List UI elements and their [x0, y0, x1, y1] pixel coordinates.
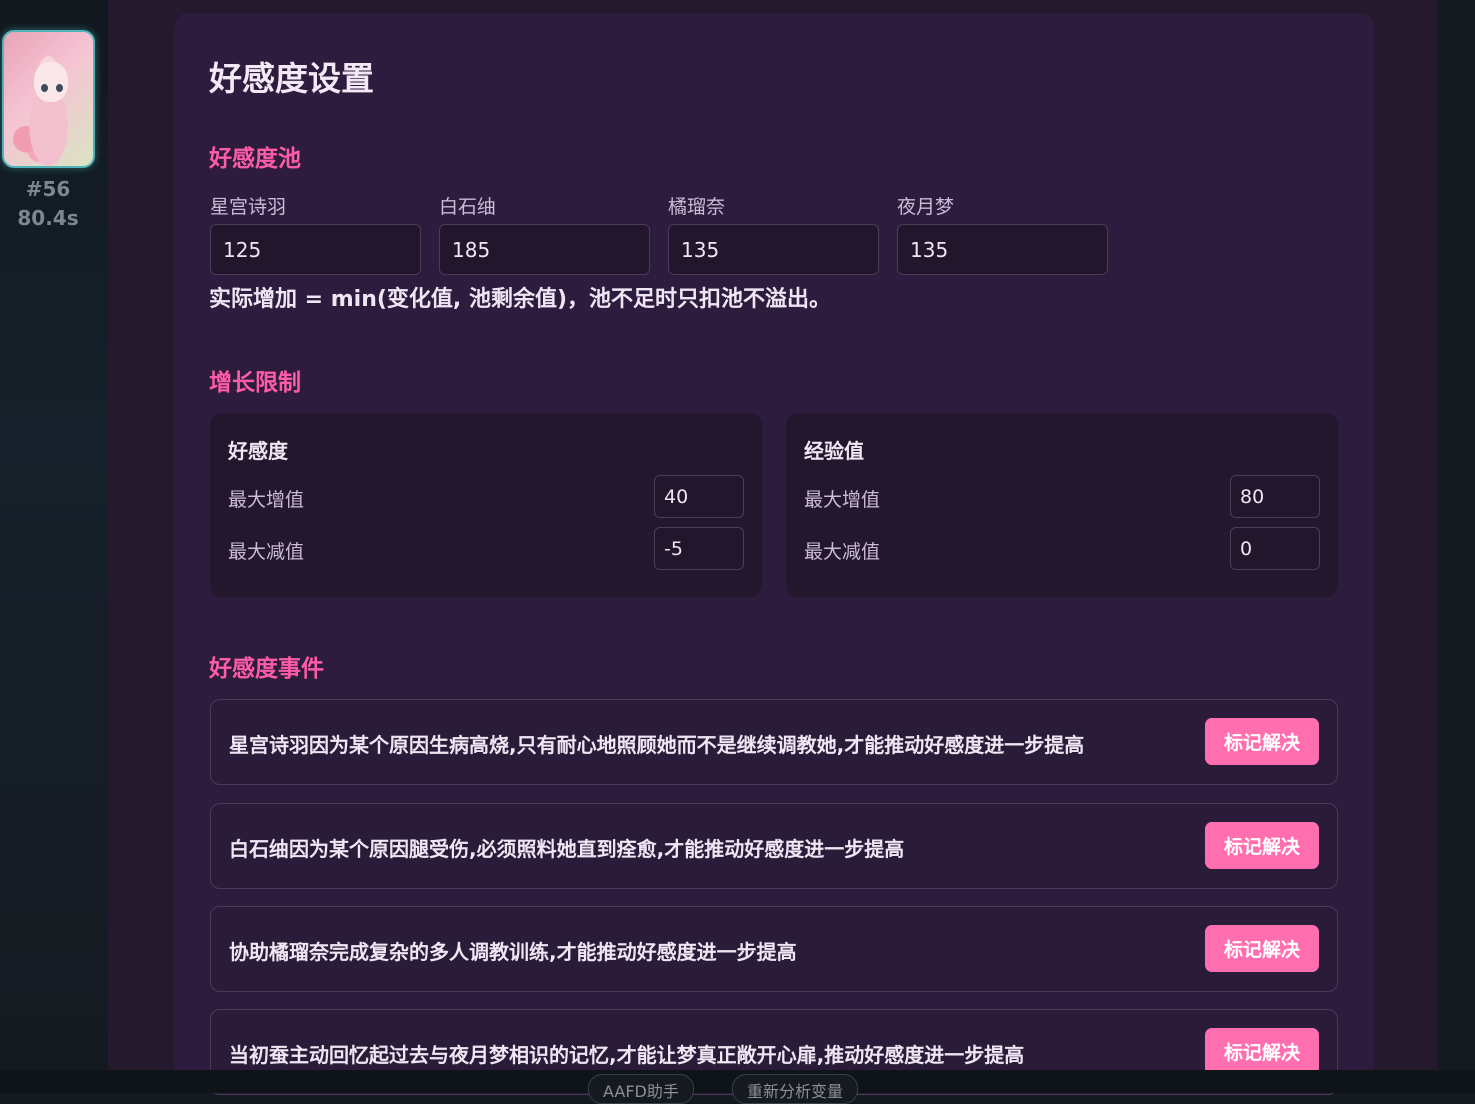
event-item: 星宫诗羽因为某个原因生病高烧,只有耐心地照顾她而不是继续调教她,才能推动好感度进… [210, 699, 1338, 785]
event-text: 星宫诗羽因为某个原因生病高烧,只有耐心地照顾她而不是继续调教她,才能推动好感度进… [229, 733, 1085, 757]
event-text: 当初蚕主动回忆起过去与夜月梦相识的记忆,才能让梦真正敞开心扉,推动好感度进一步提… [229, 1043, 1025, 1067]
max-decrease-label: 最大减值 [804, 541, 881, 563]
response-time: 80.4s [17, 206, 79, 230]
pool-label-shiu: 星宫诗羽 [210, 196, 287, 218]
limit-box-title: 经验值 [804, 439, 864, 463]
avatar-face [34, 62, 68, 102]
character-avatar[interactable] [2, 30, 95, 168]
pool-input-shiu[interactable]: 125 [210, 224, 421, 275]
mark-resolved-button[interactable]: 标记解决 [1205, 822, 1319, 869]
affection-max-decrease-input[interactable]: -5 [654, 527, 744, 570]
bottom-toolbar: AAFD助手 重新分析变量 [0, 1070, 1475, 1104]
message-index: #56 [25, 177, 71, 201]
pool-input-tsumugi[interactable]: 185 [439, 224, 650, 275]
mark-resolved-button[interactable]: 标记解决 [1205, 925, 1319, 972]
pool-label-tsumugi: 白石䌷 [439, 196, 497, 218]
max-decrease-label: 最大减值 [228, 541, 305, 563]
event-item: 协助橘瑠奈完成复杂的多人调教训练,才能推动好感度进一步提高 标记解决 [210, 906, 1338, 992]
limit-box-title: 好感度 [228, 439, 288, 463]
event-item: 白石䌷因为某个原因腿受伤,必须照料她直到痊愈,才能推动好感度进一步提高 标记解决 [210, 803, 1338, 889]
experience-limit-box: 经验值 最大增值 80 最大减值 0 [786, 413, 1338, 597]
experience-max-decrease-input[interactable]: 0 [1230, 527, 1320, 570]
pool-label-yume: 夜月梦 [897, 196, 955, 218]
pool-label-runa: 橘瑠奈 [668, 196, 726, 218]
right-band [1438, 0, 1475, 1093]
events-section-title: 好感度事件 [209, 656, 324, 682]
limits-section-title: 增长限制 [209, 370, 301, 396]
assistant-chip[interactable]: AAFD助手 [588, 1074, 694, 1104]
pool-section-title: 好感度池 [209, 146, 301, 172]
avatar-eye [56, 84, 63, 92]
pool-input-yume[interactable]: 135 [897, 224, 1108, 275]
event-text: 白石䌷因为某个原因腿受伤,必须照料她直到痊愈,才能推动好感度进一步提高 [229, 837, 905, 861]
pool-input-runa[interactable]: 135 [668, 224, 879, 275]
mark-resolved-button[interactable]: 标记解决 [1205, 1028, 1319, 1075]
affection-limit-box: 好感度 最大增值 40 最大减值 -5 [210, 413, 762, 597]
event-text: 协助橘瑠奈完成复杂的多人调教训练,才能推动好感度进一步提高 [229, 940, 797, 964]
max-increase-label: 最大增值 [228, 489, 305, 511]
experience-max-increase-input[interactable]: 80 [1230, 475, 1320, 518]
page-title: 好感度设置 [209, 59, 374, 98]
affection-max-increase-input[interactable]: 40 [654, 475, 744, 518]
max-increase-label: 最大增值 [804, 489, 881, 511]
avatar-eye [41, 84, 48, 92]
reanalyze-chip[interactable]: 重新分析变量 [732, 1074, 859, 1104]
mark-resolved-button[interactable]: 标记解决 [1205, 718, 1319, 765]
pool-note: 实际增加 = min(变化值, 池剩余值)，池不足时只扣池不溢出。 [209, 287, 832, 312]
